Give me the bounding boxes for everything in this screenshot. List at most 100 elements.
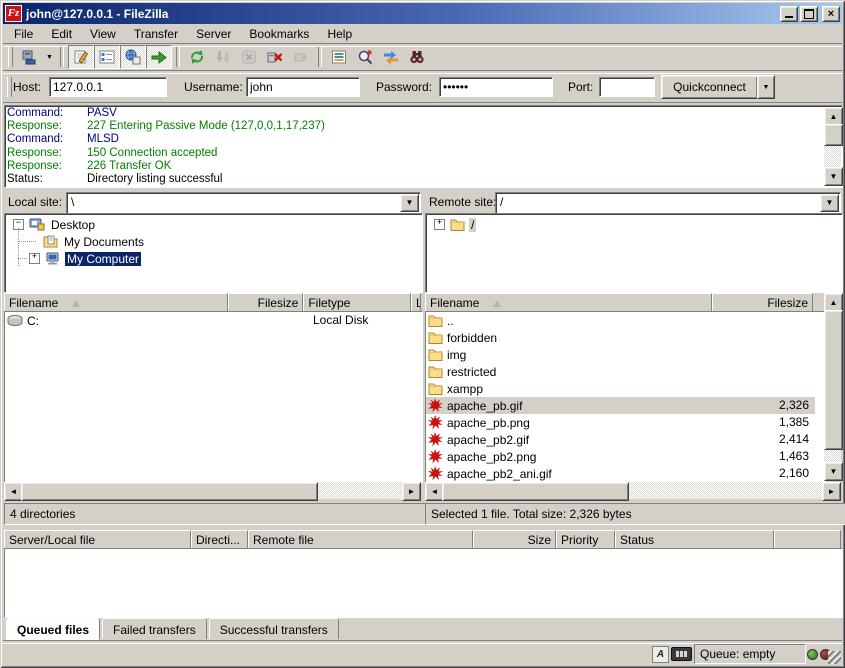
remote-file-rows: ..forbiddenimg restrictedxamppapache_pb.g… <box>426 312 825 482</box>
ascii-datatype-icon[interactable]: A <box>652 646 669 663</box>
find-files-button[interactable] <box>404 45 430 69</box>
menu-file[interactable]: File <box>5 25 42 43</box>
file-size: 2,326 <box>712 398 809 412</box>
column-header-filesize[interactable]: Filesize <box>228 293 303 312</box>
queue-column-filler <box>774 530 841 549</box>
scroll-right-button[interactable]: ► <box>402 482 421 501</box>
menu-help[interactable]: Help <box>318 25 361 43</box>
menu-transfer[interactable]: Transfer <box>125 25 187 43</box>
resize-grip[interactable] <box>828 651 841 664</box>
refresh-icon <box>189 49 205 65</box>
log-scrollbar[interactable]: ▲ ▼ <box>824 107 841 186</box>
tab-successful-transfers[interactable]: Successful transfers <box>209 618 339 639</box>
synchronized-browsing-button[interactable] <box>378 45 404 69</box>
scroll-right-button[interactable]: ► <box>822 482 841 501</box>
directory-comparison-button[interactable] <box>352 45 378 69</box>
file-name-text: restricted <box>447 365 496 379</box>
expand-icon[interactable]: + <box>29 253 40 264</box>
menu-server[interactable]: Server <box>187 25 240 43</box>
file-row-c[interactable]: C:Local Disk <box>5 312 422 329</box>
close-button[interactable]: × <box>822 6 840 22</box>
column-header-label: Filesize <box>258 296 299 310</box>
maximize-button[interactable] <box>800 6 818 22</box>
column-header-filename[interactable]: Filename <box>425 293 712 312</box>
local-site-dropdown[interactable]: ▼ <box>400 194 419 212</box>
toggle-transfer-queue-button[interactable] <box>146 45 172 69</box>
file-row-forbidden[interactable]: forbidden <box>426 329 815 346</box>
sort-ascending-icon <box>72 300 80 307</box>
toggle-local-tree-button[interactable] <box>94 45 120 69</box>
file-row-apache-pb-png[interactable]: apache_pb.png1,385 <box>426 414 815 431</box>
username-input[interactable] <box>246 77 360 97</box>
local-hscrollbar[interactable]: ◄ ► <box>4 482 421 499</box>
queue-column-directi[interactable]: Directi... <box>191 530 248 549</box>
status-bar: A Queue: empty <box>3 642 842 665</box>
host-input[interactable] <box>49 77 167 97</box>
folder-icon <box>428 314 443 327</box>
file-row-xampp[interactable]: xampp <box>426 380 815 397</box>
computer-icon <box>45 252 61 265</box>
file-row-apache-pb2-ani-gif[interactable]: apache_pb2_ani.gif 2,160 <box>426 465 815 482</box>
remote-site-dropdown[interactable]: ▼ <box>820 194 839 212</box>
minimize-button[interactable] <box>780 6 798 22</box>
password-input[interactable] <box>439 77 553 97</box>
column-header-l[interactable]: L <box>411 293 421 312</box>
scroll-thumb[interactable] <box>824 124 843 146</box>
tree-item-desktop[interactable]: −Desktop <box>7 216 420 233</box>
file-name: img <box>428 346 466 363</box>
column-header-filetype[interactable]: Filetype <box>303 293 411 312</box>
column-header-filename[interactable]: Filename <box>4 293 228 312</box>
quickconnect-dropdown[interactable]: ▼ <box>757 75 775 99</box>
column-header-filesize[interactable]: Filesize <box>712 293 813 312</box>
password-label: Password: <box>376 80 432 94</box>
tree-item-my-documents[interactable]: My Documents <box>7 233 420 250</box>
remote-hscrollbar[interactable]: ◄ ► <box>425 482 841 499</box>
remote-vscrollbar[interactable]: ▲ ▼ <box>824 293 841 481</box>
scroll-down-button[interactable]: ▼ <box>824 462 843 481</box>
queue-column-label: Status <box>620 533 654 547</box>
queue-column-status[interactable]: Status <box>615 530 774 549</box>
file-row-item[interactable]: .. <box>426 312 815 329</box>
queue-column-remote-file[interactable]: Remote file <box>248 530 473 549</box>
scroll-thumb[interactable] <box>442 482 629 501</box>
local-status-bar: 4 directories <box>4 503 433 525</box>
toggle-remote-tree-button[interactable] <box>120 45 146 69</box>
scroll-thumb[interactable] <box>824 310 843 450</box>
refresh-button[interactable] <box>184 45 210 69</box>
file-row-apache-pb-gif[interactable]: apache_pb.gif2,326 <box>426 397 815 414</box>
menu-bookmarks[interactable]: Bookmarks <box>240 25 318 43</box>
file-size: 1,463 <box>712 449 809 463</box>
file-row-apache-pb2-png[interactable]: apache_pb2.png1,463 <box>426 448 815 465</box>
site-manager-button[interactable] <box>17 45 43 69</box>
file-row-apache-pb2-gif[interactable]: apache_pb2.gif2,414 <box>426 431 815 448</box>
menu-edit[interactable]: Edit <box>42 25 81 43</box>
tab-queued-files[interactable]: Queued files <box>6 618 100 640</box>
menu-bar: FileEditViewTransferServerBookmarksHelp <box>3 24 842 43</box>
site-manager-dropdown[interactable]: ▼ <box>43 46 56 68</box>
queue-column-server-local-file[interactable]: Server/Local file <box>4 530 191 549</box>
tree-item-item[interactable]: +/ <box>428 216 840 233</box>
remote-site-combo[interactable]: / ▼ <box>495 192 841 214</box>
toggle-transfer-queue-icon <box>151 49 167 65</box>
scroll-thumb[interactable] <box>21 482 318 501</box>
queue-column-priority[interactable]: Priority <box>556 530 615 549</box>
queue-column-size[interactable]: Size <box>473 530 556 549</box>
menu-view[interactable]: View <box>81 25 125 43</box>
file-name-text: apache_pb2_ani.gif <box>447 467 552 481</box>
remote-tree-panel: +/ <box>425 213 843 293</box>
toggle-message-log-button[interactable] <box>68 45 94 69</box>
file-size: 2,160 <box>712 466 809 480</box>
scroll-down-button[interactable]: ▼ <box>824 167 843 186</box>
local-site-combo[interactable]: \ ▼ <box>66 192 421 214</box>
port-input[interactable] <box>599 77 655 97</box>
filter-button[interactable] <box>326 45 352 69</box>
disconnect-button[interactable] <box>262 45 288 69</box>
file-row-img[interactable]: img <box>426 346 815 363</box>
tree-item-my-computer[interactable]: +My Computer <box>7 250 420 267</box>
quickconnect-button[interactable]: Quickconnect <box>661 75 758 99</box>
tab-failed-transfers[interactable]: Failed transfers <box>102 618 207 639</box>
expand-icon[interactable]: + <box>434 219 445 230</box>
image-icon <box>428 432 443 447</box>
speed-limit-icon[interactable] <box>671 647 692 661</box>
file-row-restricted[interactable]: restricted <box>426 363 815 380</box>
